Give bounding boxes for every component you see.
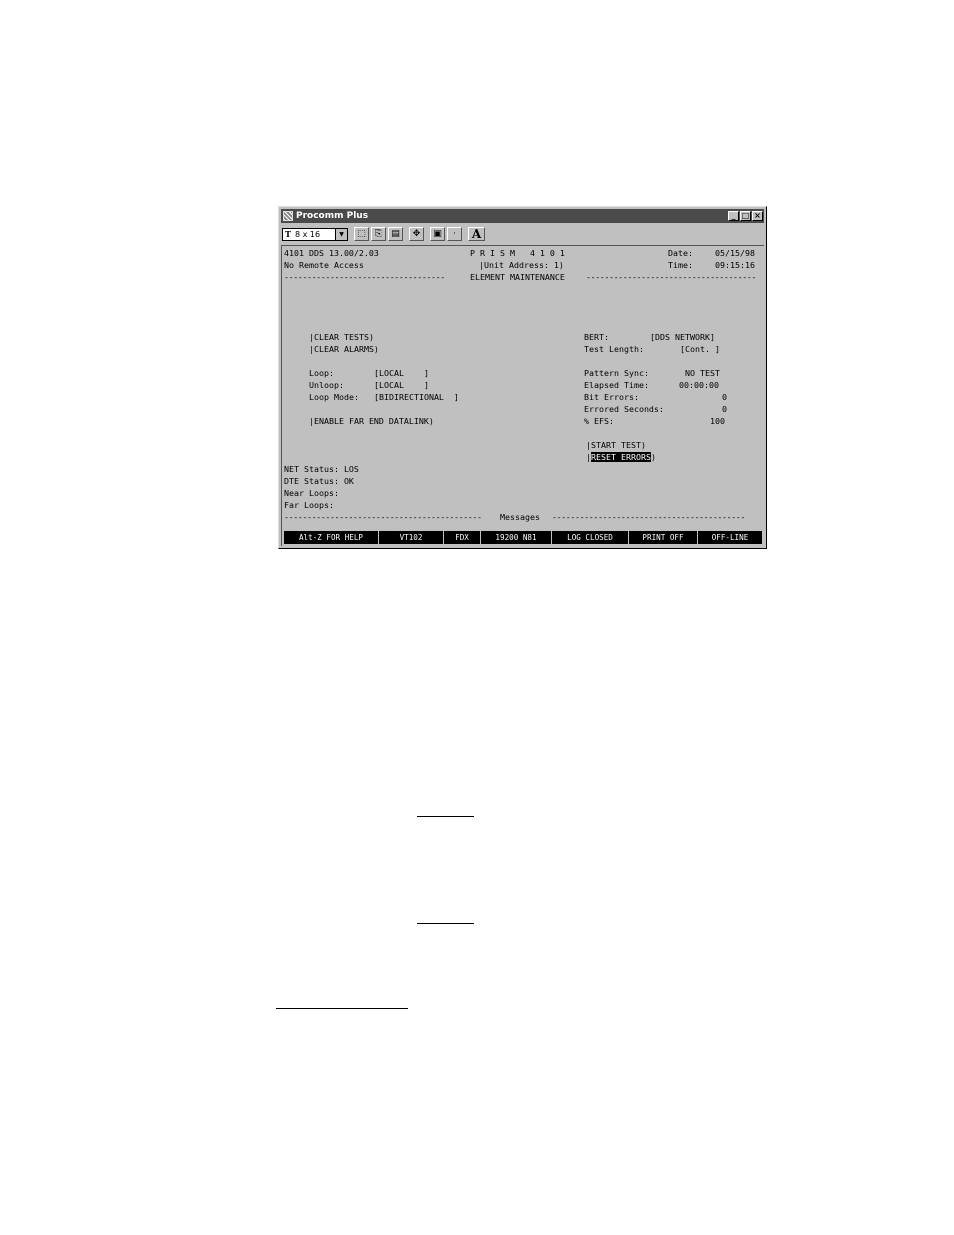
procomm-app-icon[interactable] (283, 211, 293, 221)
elapsed-time-label: Elapsed Time: (584, 380, 649, 390)
efs-value: 100 (710, 416, 725, 426)
loop-label: Loop: (309, 368, 334, 378)
errored-seconds-label: Errored Seconds: (584, 404, 664, 414)
messages-divider-left: ----------------------------------------… (284, 512, 482, 522)
messages-divider-right: ----------------------------------------… (552, 512, 745, 522)
unloop-field[interactable]: [LOCAL ] (374, 379, 429, 391)
underline-blank (417, 923, 474, 924)
terminal-screen[interactable]: 4101 DDS 13.00/2.03 P R I S M 4 1 0 1 Da… (281, 245, 764, 546)
remote-access-status: No Remote Access (284, 260, 364, 270)
status-connection[interactable]: OFF-LINE (698, 531, 762, 544)
firmware-version: 4101 DDS 13.00/2.03 (284, 248, 379, 258)
paste-icon[interactable]: ▤ (388, 227, 403, 241)
pattern-sync-value: NO TEST (685, 368, 720, 378)
font-size-select[interactable]: T8 x 16 ▼ (282, 227, 348, 241)
unloop-label: Unloop: (309, 380, 344, 390)
section-title: ELEMENT MAINTENANCE (470, 272, 565, 282)
efs-label: % EFS: (584, 416, 614, 426)
toolbar: T8 x 16 ▼ ⬚ ⎘ ▤ ✥ ▣ · A (281, 225, 764, 243)
status-bar: Alt-Z FOR HELP VT102 FDX 19200 N81 LOG C… (284, 531, 762, 544)
divider-left: ----------------------------------- (284, 272, 445, 282)
loop-mode-field[interactable]: [BIDIRECTIONAL ] (374, 391, 459, 403)
far-loops: Far Loops: (284, 500, 334, 510)
underline-blank (417, 816, 474, 817)
divider-right: ------------------------------------- (586, 272, 757, 282)
clear-alarms-button[interactable]: |CLEAR ALARMS) (309, 343, 379, 355)
date-value: 05/15/98 (715, 248, 755, 258)
start-test-button[interactable]: |START TEST) (586, 439, 646, 451)
window-title: Procomm Plus (296, 211, 369, 221)
dot-icon[interactable]: · (447, 227, 462, 241)
title-bar[interactable]: Procomm Plus _ □ × (281, 209, 764, 223)
footnote-rule (276, 1008, 408, 1009)
bit-errors-label: Bit Errors: (584, 392, 639, 402)
copy-icon[interactable]: ⎘ (371, 227, 386, 241)
font-size-value: 8 x 16 (294, 229, 321, 239)
close-button[interactable]: × (752, 211, 763, 221)
maximize-button[interactable]: □ (740, 211, 751, 221)
clear-tests-button[interactable]: |CLEAR TESTS) (309, 331, 374, 343)
unit-address[interactable]: |Unit Address: 1) (479, 259, 564, 271)
truetype-font-icon: T (285, 228, 291, 239)
product-name: P R I S M 4 1 0 1 (470, 248, 565, 258)
reset-errors-button[interactable]: |RESET ERRORS) (586, 451, 656, 463)
status-print[interactable]: PRINT OFF (629, 531, 698, 544)
elapsed-time-value: 00:00:00 (679, 380, 719, 390)
loop-field[interactable]: [LOCAL ] (374, 367, 429, 379)
bert-label: BERT: (584, 332, 609, 342)
reset-suffix: ) (650, 452, 656, 462)
font-a-icon[interactable]: A (468, 227, 485, 241)
near-loops: Near Loops: (284, 488, 339, 498)
bert-field[interactable]: [DDS NETWORK] (650, 331, 715, 343)
test-length-label: Test Length: (584, 344, 644, 354)
test-length-field[interactable]: [Cont. ] (680, 343, 720, 355)
time-label: Time: (668, 260, 693, 270)
enable-far-end-datalink-button[interactable]: |ENABLE FAR END DATALINK) (309, 415, 434, 427)
time-value: 09:15:16 (715, 260, 755, 270)
reset-errors-highlight: RESET ERRORS (591, 452, 651, 462)
status-emulation[interactable]: VT102 (379, 531, 444, 544)
print-screen-icon[interactable]: ▣ (430, 227, 445, 241)
move-icon[interactable]: ✥ (409, 227, 424, 241)
bit-errors-value: 0 (722, 392, 727, 402)
select-icon[interactable]: ⬚ (354, 227, 369, 241)
date-label: Date: (668, 248, 693, 258)
errored-seconds-value: 0 (722, 404, 727, 414)
procomm-window: Procomm Plus _ □ × T8 x 16 ▼ ⬚ ⎘ ▤ ✥ ▣ ·… (278, 206, 767, 549)
pattern-sync-label: Pattern Sync: (584, 368, 649, 378)
status-log[interactable]: LOG CLOSED (552, 531, 629, 544)
status-baud[interactable]: 19200 N81 (481, 531, 552, 544)
net-status: NET Status: LOS (284, 464, 359, 474)
minimize-button[interactable]: _ (728, 211, 739, 221)
messages-title: Messages (500, 512, 540, 522)
status-duplex[interactable]: FDX (444, 531, 481, 544)
status-help[interactable]: Alt-Z FOR HELP (284, 531, 379, 544)
dte-status: DTE Status: OK (284, 476, 354, 486)
chevron-down-icon[interactable]: ▼ (335, 228, 347, 240)
loop-mode-label: Loop Mode: (309, 392, 359, 402)
